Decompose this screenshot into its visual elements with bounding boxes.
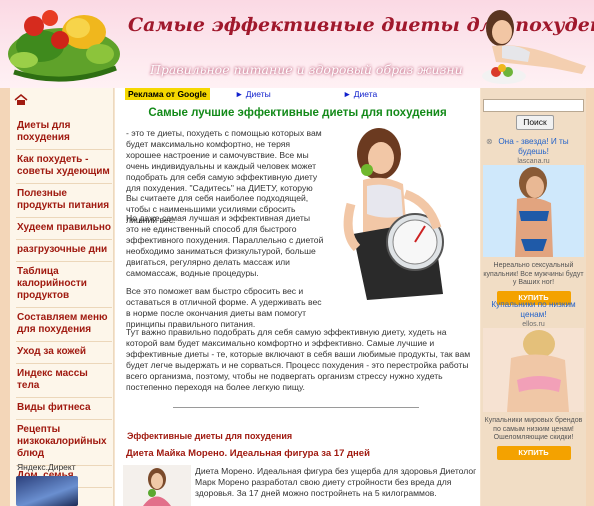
- swimsuit-ad-image[interactable]: [483, 328, 584, 412]
- ad-description[interactable]: Купальники мировых брендов по самым низк…: [483, 417, 584, 443]
- ad-close-icon[interactable]: ⊗: [486, 137, 493, 146]
- home-icon[interactable]: [14, 94, 28, 106]
- sidebar-item-fitness[interactable]: Виды фитнеса: [16, 398, 112, 420]
- sidebar-item-healthy-products[interactable]: Полезные продукты питания: [16, 184, 112, 218]
- article-excerpt: Диета Морено. Идеальная фигура без ущерб…: [195, 466, 477, 498]
- sidebar-item-menu[interactable]: Составляем меню для похудения: [16, 308, 112, 342]
- yandex-direct-label: Яндекс.Директ: [17, 462, 76, 472]
- sidebar-item-bmi[interactable]: Индекс массы тела: [16, 364, 112, 398]
- sidebar-item-recipes[interactable]: Рецепты низкокалорийных блюд: [16, 420, 112, 466]
- sidebar-item-calorie-table[interactable]: Таблица калорийности продуктов: [16, 262, 112, 308]
- sidebar-nav: Диеты для похудения Как похудеть - совет…: [16, 116, 112, 506]
- sidebar-item-skin-care[interactable]: Уход за кожей: [16, 342, 112, 364]
- ad-domain[interactable]: ellos.ru: [483, 321, 584, 328]
- paragraph-4: Тут важно правильно подобрать для себя с…: [126, 327, 471, 392]
- sidebar-item-how-to-lose-weight[interactable]: Как похудеть - советы худеющим: [16, 150, 112, 184]
- intro-paragraph: - это те диеты, похудеть с помощью котор…: [126, 128, 322, 226]
- sidebar-item-diets[interactable]: Диеты для похудения: [16, 116, 112, 150]
- article-thumbnail[interactable]: [123, 465, 191, 506]
- ad-bar: Реклама от Google ► Диеты ► Диета: [115, 88, 480, 100]
- search-input[interactable]: [483, 99, 584, 112]
- left-sidebar: Диеты для похудения Как похудеть - совет…: [10, 88, 114, 506]
- swimsuit-ad-image[interactable]: [483, 165, 584, 257]
- main-content: Реклама от Google ► Диеты ► Диета Самые …: [115, 88, 480, 506]
- paragraph-3: Все это поможет вам быстро сбросить вес …: [126, 286, 322, 329]
- site-header: Самые эффективные диеты для похудения Пр…: [0, 0, 594, 88]
- ad-description[interactable]: Нереально сексуальный купальник! Все муж…: [483, 262, 584, 288]
- sidebar-ad-image[interactable]: [16, 476, 78, 506]
- ad-link-diets[interactable]: ► Диеты: [235, 88, 271, 100]
- site-subtitle: Правильное питание и здоровый образ жизн…: [150, 62, 463, 77]
- section-heading: Эффективные диеты для похудения: [127, 431, 293, 441]
- sidebar-item-fasting-days[interactable]: разгрузочные дни: [16, 240, 112, 262]
- ad-domain[interactable]: lascana.ru: [483, 158, 584, 165]
- site-title: Самые эффективные диеты для похудения: [128, 14, 594, 36]
- ad-buy-button[interactable]: КУПИТЬ: [496, 445, 571, 460]
- vegetables-logo-image: [8, 10, 120, 82]
- article-title-link[interactable]: Диета Майка Морено. Идеальная фигура за …: [126, 448, 370, 459]
- ad-block-ellos[interactable]: Купальники по низким ценам! ellos.ru Куп…: [483, 300, 584, 460]
- ad-title[interactable]: Купальники по низким ценам!: [483, 300, 584, 320]
- right-column: Поиск ⊗ Она - звезда! И ты будешь! lasca…: [481, 88, 586, 506]
- ad-block-lascana[interactable]: ⊗ Она - звезда! И ты будешь! lascana.ru …: [483, 137, 584, 305]
- page-title: Самые лучшие эффективные диеты для похуд…: [148, 107, 447, 119]
- sidebar-item-lose-weight-right[interactable]: Худеем правильно: [16, 218, 112, 240]
- frame-right: [586, 88, 594, 506]
- divider: [173, 407, 419, 408]
- header-woman-image: [482, 10, 586, 84]
- search-button[interactable]: Поиск: [516, 115, 554, 130]
- ad-title[interactable]: Она - звезда! И ты будешь!: [483, 137, 584, 157]
- frame-left: [0, 88, 10, 506]
- google-ads-label[interactable]: Реклама от Google: [125, 88, 210, 100]
- ad-link-diet[interactable]: ► Диета: [343, 88, 377, 100]
- woman-with-scale-image: [333, 124, 469, 302]
- paragraph-2: Но даже самая лучшая и эффективная диеты…: [126, 213, 324, 278]
